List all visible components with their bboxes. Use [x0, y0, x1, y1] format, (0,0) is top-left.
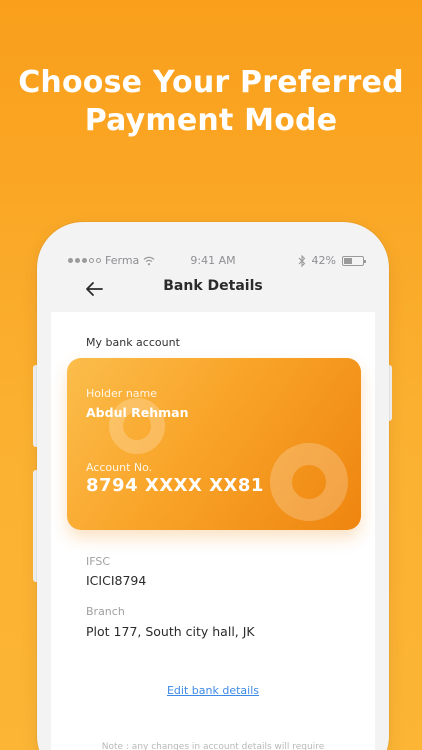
ifsc-value: ICICI8794 — [86, 573, 147, 588]
bluetooth-icon — [298, 254, 305, 267]
section-label: My bank account — [86, 336, 180, 349]
account-number-value: 8794 XXXX XX81 — [86, 475, 264, 496]
status-right: 42% — [298, 254, 366, 267]
card-decor-ring-large — [270, 443, 348, 521]
bank-details-panel: My bank account Holder name Abdul Rehman… — [51, 312, 375, 750]
holder-name-label: Holder name — [86, 387, 158, 400]
bank-card: Holder name Abdul Rehman Account No. 879… — [67, 358, 361, 530]
promo-headline: Choose Your Preferred Payment Mode — [0, 64, 422, 140]
promo-headline-line1: Choose Your Preferred — [18, 65, 404, 100]
page-title: Bank Details — [163, 278, 263, 294]
holder-name-value: Abdul Rehman — [86, 405, 189, 420]
account-change-note: Note : any changes in account details wi… — [101, 742, 325, 750]
branch-value: Plot 177, South city hall, JK — [86, 624, 255, 639]
ifsc-label: IFSC — [86, 555, 111, 568]
status-bar: Ferma 9:41 AM 42% — [37, 254, 389, 270]
phone-frame: Ferma 9:41 AM 42% Bank Details My bank a… — [37, 222, 389, 750]
battery-icon — [342, 255, 366, 266]
nav-bar: Bank Details — [37, 274, 389, 308]
battery-percent: 42% — [311, 254, 336, 267]
edit-bank-details-link[interactable]: Edit bank details — [51, 684, 375, 697]
promo-headline-line2: Payment Mode — [84, 103, 338, 138]
branch-label: Branch — [86, 605, 125, 618]
account-number-label: Account No. — [86, 461, 153, 474]
